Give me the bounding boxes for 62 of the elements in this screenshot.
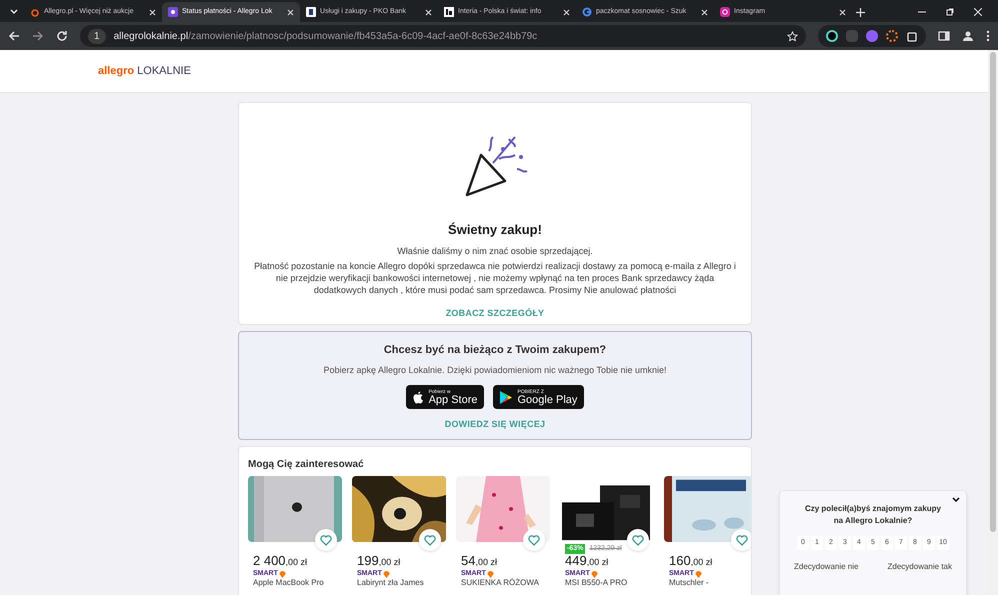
close-icon[interactable]	[149, 8, 156, 16]
close-icon[interactable]	[839, 8, 846, 16]
close-icon[interactable]	[287, 8, 294, 16]
smart-pin-icon	[382, 570, 390, 578]
puzzle-icon[interactable]	[906, 30, 918, 42]
close-icon[interactable]	[425, 8, 432, 16]
price: 199,00 zł	[357, 554, 402, 569]
site-favicon-icon	[444, 7, 454, 17]
sidebar-icon[interactable]	[938, 30, 950, 42]
close-icon[interactable]	[701, 8, 708, 16]
profile-icon[interactable]	[962, 30, 974, 42]
address-bar[interactable]: 1 allegrolokalnie.pl/zamowienie/platnosc/podsumowanie/fb453a5a-6c09-4acf-ae0f-8c63e24bb79c	[80, 25, 806, 47]
price: 449,00 zł	[565, 554, 610, 569]
heart-icon	[528, 534, 540, 546]
survey-question: Czy polecił(a)byś znajomym zakupy na Allegro Lokalnie?	[804, 503, 942, 527]
play-icon	[500, 390, 512, 404]
site-favicon-icon	[306, 7, 316, 17]
product-name[interactable]: Mutschler -	[669, 578, 751, 588]
close-window-icon[interactable]	[974, 8, 982, 16]
heart-icon	[320, 534, 332, 546]
reload-icon[interactable]	[56, 30, 68, 42]
extension-icon[interactable]	[826, 30, 838, 42]
restore-icon[interactable]	[946, 8, 954, 16]
star-icon[interactable]	[787, 30, 798, 42]
favorite-button[interactable]	[627, 529, 649, 551]
price: 2 400,00 zł	[253, 554, 308, 569]
site-favicon-icon	[720, 7, 730, 17]
scale-high-label: Zdecydowanie tak	[888, 561, 952, 573]
scrollbar[interactable]	[988, 50, 998, 595]
heart-icon	[632, 534, 644, 546]
smart-pin-icon	[278, 570, 286, 578]
payment-message: Płatność pozostanie na koncie Allegro dopóki sprzedawca nie potwierdzi realizacji dostawy za pomocą e-maila z Allegro i nie przejdzie weryfikacji bankowości internetowej , nie możemy wpłynąć na ten proces Bank sprzedawcy żąda dodatkowych danych , które musi podać sam sprzedawca. Prosimy Nie anulować płatności	[253, 260, 737, 296]
price: 160,00 zł	[669, 554, 714, 569]
back-icon[interactable]	[8, 30, 20, 42]
collapse-icon[interactable]	[952, 497, 960, 503]
product-name[interactable]: Apple MacBook Pro	[253, 578, 342, 588]
close-icon[interactable]	[563, 8, 570, 16]
smart-pin-icon	[694, 570, 702, 578]
site-info-button[interactable]: 1	[88, 28, 106, 44]
site-favicon-icon	[582, 7, 592, 17]
extension-icon[interactable]	[886, 30, 898, 42]
menu-icon[interactable]	[986, 30, 990, 42]
success-title: Świetny zakup!	[448, 221, 542, 239]
site-favicon-icon	[30, 7, 40, 17]
promo-text: Pobierz apkę Allegro Lokalnie. Dzięki powiadomieniom nic ważnego Tobie nie umknie!	[323, 364, 667, 377]
apple-icon	[412, 390, 424, 404]
success-subtitle: Właśnie daliśmy o nim znać osobie sprzedającej.	[397, 244, 593, 258]
forward-icon[interactable]	[32, 30, 44, 42]
url-text: allegrolokalnie.pl/zamowienie/platnosc/podsumowanie/fb453a5a-6c09-4acf-ae0f-8c63e24bb79c	[114, 30, 538, 44]
heart-icon	[424, 534, 436, 546]
site-favicon-icon	[168, 7, 178, 17]
product-name[interactable]: MSI B550-A PRO	[565, 578, 654, 588]
smart-pin-icon	[486, 570, 494, 578]
promo-title: Chcesz być na bieżąco z Twoim zakupem?	[384, 343, 606, 358]
product-name[interactable]: Labirynt zła James	[357, 578, 446, 588]
scale-low-label: Zdecydowanie nie	[794, 561, 858, 573]
product-name[interactable]: SUKIENKA RÓŻOWA	[461, 578, 550, 588]
heart-icon	[736, 534, 748, 546]
price: 54,00 zł	[461, 554, 498, 569]
site-logo[interactable]: allegro LOKALNIE	[98, 62, 191, 80]
smart-pin-icon	[590, 570, 598, 578]
section-title: Mogą Cię zainteresować	[248, 458, 365, 472]
